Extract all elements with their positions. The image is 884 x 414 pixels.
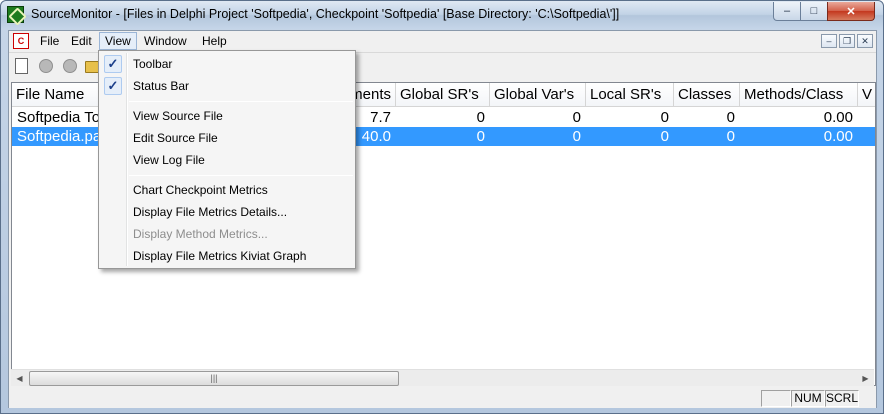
app-window: SourceMonitor - [Files in Delphi Project… — [0, 0, 884, 414]
cell-local-srs: 0 — [660, 128, 669, 145]
column-header-local-srs[interactable]: Local SR's — [586, 83, 674, 107]
menu-window[interactable]: Window — [139, 32, 192, 50]
scroll-left-icon[interactable]: ◀ — [11, 371, 28, 386]
horizontal-scrollbar[interactable]: ◀ ||| ▶ — [11, 369, 874, 386]
maximize-button[interactable]: □ — [800, 2, 828, 21]
cell-global-srs: 0 — [476, 109, 485, 126]
view-menu-chart-checkpoint-metrics[interactable]: Chart Checkpoint Metrics — [101, 179, 353, 201]
minimize-button[interactable]: – — [773, 2, 801, 21]
menu-view[interactable]: View — [99, 32, 137, 50]
scroll-thumb[interactable]: ||| — [29, 371, 399, 386]
new-file-icon[interactable] — [15, 58, 28, 74]
cell-classes: 0 — [726, 109, 735, 126]
mdi-minimize-button[interactable]: – — [821, 34, 837, 48]
view-menu-dropdown: ✓ Toolbar ✓ Status Bar View Source File … — [98, 50, 356, 269]
document-icon[interactable]: C — [13, 33, 29, 49]
column-header-v[interactable]: V — [858, 83, 875, 107]
cell-methods-class: 0.00 — [823, 128, 853, 145]
status-num: NUM — [791, 390, 825, 407]
window-title: SourceMonitor - [Files in Delphi Project… — [31, 7, 620, 21]
cell-global-srs: 0 — [476, 128, 485, 145]
view-menu-display-kiviat-graph[interactable]: Display File Metrics Kiviat Graph — [101, 245, 353, 267]
menu-separator — [129, 101, 353, 102]
menu-separator — [129, 175, 353, 176]
stop-icon[interactable] — [63, 59, 77, 73]
cell-local-srs: 0 — [660, 109, 669, 126]
view-menu-view-log-file[interactable]: View Log File — [101, 149, 353, 171]
cell-global-vars: 0 — [572, 109, 581, 126]
menu-item-label: Status Bar — [133, 79, 190, 93]
status-scrl: SCRL — [825, 390, 859, 407]
cell-global-vars: 0 — [572, 128, 581, 145]
menu-edit[interactable]: Edit — [66, 32, 97, 50]
column-header-classes[interactable]: Classes — [674, 83, 740, 107]
view-menu-status-bar[interactable]: ✓ Status Bar — [101, 75, 353, 97]
menu-item-label: Toolbar — [133, 57, 173, 71]
column-header-global-vars[interactable]: Global Var's — [490, 83, 586, 107]
mdi-close-button[interactable]: ✕ — [857, 34, 873, 48]
status-bar: NUM SCRL — [9, 387, 876, 408]
column-header-global-srs[interactable]: Global SR's — [396, 83, 490, 107]
view-menu-display-method-metrics: Display Method Metrics... — [133, 227, 268, 241]
view-menu-view-source-file[interactable]: View Source File — [101, 105, 353, 127]
checkmark-icon: ✓ — [104, 55, 122, 73]
menu-bar: C File Edit View Window Help – ❐ ✕ — [9, 31, 876, 51]
mdi-restore-button[interactable]: ❐ — [839, 34, 855, 48]
menu-file[interactable]: File — [35, 32, 64, 50]
sourcemonitor-app-icon[interactable] — [7, 6, 24, 23]
close-button[interactable]: ✕ — [827, 2, 875, 21]
column-header-methods-class[interactable]: Methods/Class — [740, 83, 858, 107]
checkmark-icon: ✓ — [104, 77, 122, 95]
view-menu-display-file-metrics-details[interactable]: Display File Metrics Details... — [101, 201, 353, 223]
scroll-right-icon[interactable]: ▶ — [857, 371, 874, 386]
menu-help[interactable]: Help — [197, 32, 232, 50]
status-pane-blank — [761, 390, 791, 407]
record-icon[interactable] — [39, 59, 53, 73]
title-bar[interactable]: SourceMonitor - [Files in Delphi Project… — [1, 1, 883, 29]
cell-classes: 0 — [726, 128, 735, 145]
view-menu-edit-source-file[interactable]: Edit Source File — [101, 127, 353, 149]
cell-methods-class: 0.00 — [823, 109, 853, 126]
view-menu-toolbar[interactable]: ✓ Toolbar — [101, 53, 353, 75]
